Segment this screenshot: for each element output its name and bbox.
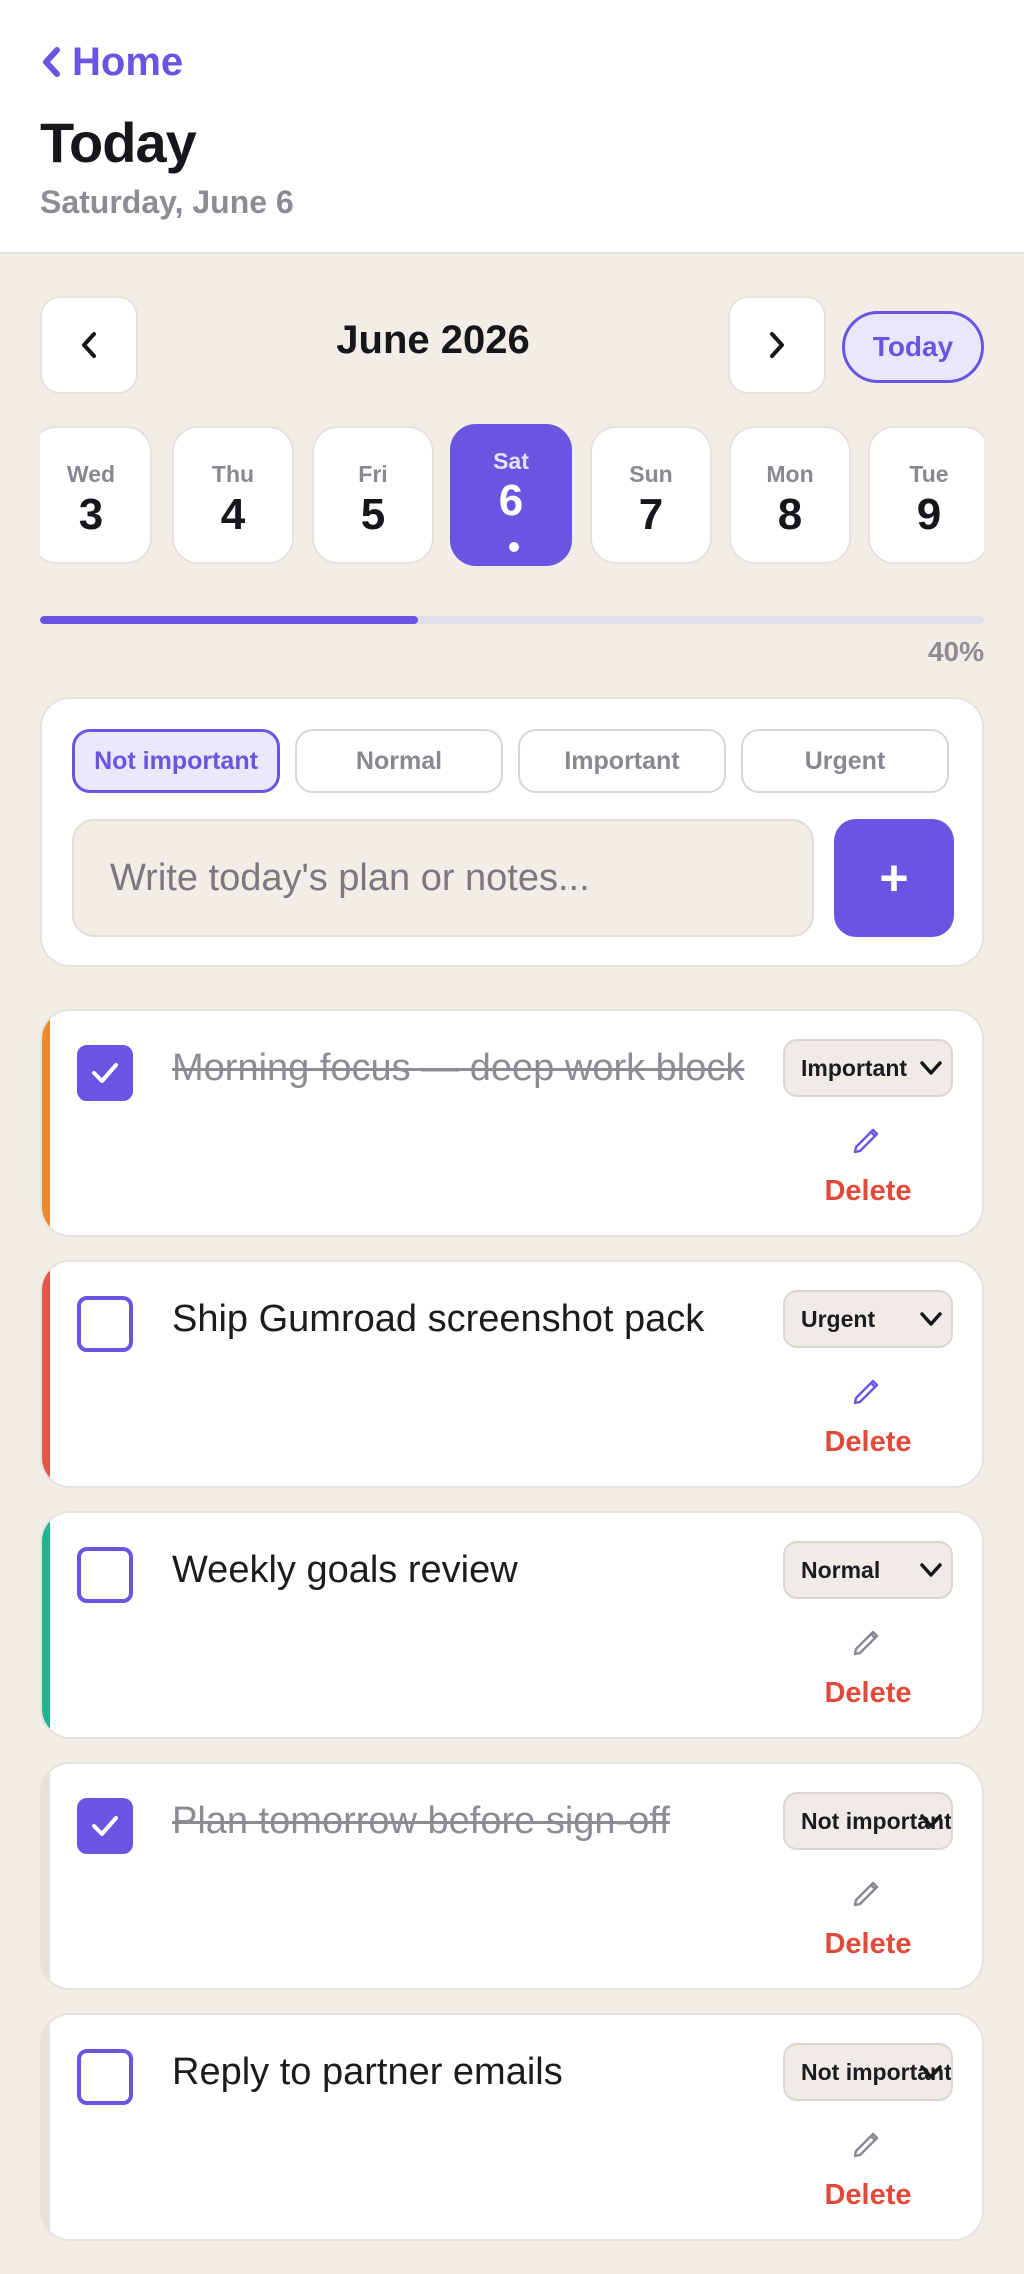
day-of-week: Fri [358, 461, 388, 487]
edit-task-button[interactable] [848, 2123, 888, 2163]
day-number: 3 [78, 490, 104, 539]
task-text[interactable]: Plan tomorrow before sign-off [172, 1800, 792, 1843]
day-number: 4 [220, 490, 246, 539]
task-text[interactable]: Reply to partner emails [172, 2051, 792, 2094]
chevron-left-icon [82, 332, 96, 358]
task-checkbox[interactable] [77, 1547, 133, 1603]
page-title: Today [40, 111, 197, 174]
task-checkbox-checked[interactable] [77, 1045, 133, 1101]
priority-pill-not-important[interactable]: Not important [72, 729, 280, 793]
day-number: 5 [360, 490, 386, 539]
pencil-icon [853, 1128, 879, 1154]
task-checkbox[interactable] [77, 1296, 133, 1352]
priority-accent-bar [42, 1262, 50, 1486]
month-label: June 2026 [336, 318, 530, 362]
chevron-down-icon [920, 1312, 942, 1326]
task-text[interactable]: Ship Gumroad screenshot pack [172, 1298, 792, 1341]
pencil-icon [853, 2132, 879, 2158]
priority-accent-bar [42, 1011, 50, 1235]
previous-week-button[interactable] [40, 296, 138, 394]
today-button[interactable]: Today [842, 311, 984, 383]
task-priority-select[interactable]: Not important [783, 1792, 953, 1850]
chevron-left-icon [43, 47, 60, 77]
day-thu-4[interactable]: Thu 4 [172, 426, 294, 564]
task-checkbox[interactable] [77, 2049, 133, 2105]
day-number: 7 [638, 490, 664, 539]
progress-bar [40, 616, 984, 624]
chevron-down-icon [920, 2065, 942, 2079]
chevron-right-icon [770, 332, 784, 358]
edit-task-button[interactable] [848, 1872, 888, 1912]
has-tasks-dot [509, 542, 519, 552]
task-priority-value: Normal [801, 1556, 881, 1583]
plan-notes-input[interactable] [72, 819, 814, 937]
delete-task-button[interactable]: Delete [812, 1677, 924, 1710]
delete-task-button[interactable]: Delete [812, 1175, 924, 1208]
delete-task-button[interactable]: Delete [812, 2179, 924, 2212]
day-of-week: Thu [211, 461, 255, 487]
progress-fill [40, 616, 418, 624]
back-home-label: Home [72, 39, 184, 84]
task-card: Morning focus — deep work block Importan… [40, 1009, 984, 1237]
task-text[interactable]: Weekly goals review [172, 1549, 792, 1592]
add-task-button[interactable]: + [834, 819, 954, 937]
task-priority-select[interactable]: Normal [783, 1541, 953, 1599]
day-of-week: Sat [493, 448, 529, 474]
day-wed-3[interactable]: Wed 3 [40, 426, 152, 564]
page-header: Home Today Saturday, June 6 [0, 0, 1024, 254]
day-of-week: Tue [909, 461, 949, 487]
checkmark-icon [92, 1816, 118, 1836]
chevron-down-icon [920, 1061, 942, 1075]
task-checkbox-checked[interactable] [77, 1798, 133, 1854]
day-sun-7[interactable]: Sun 7 [590, 426, 712, 564]
pencil-icon [853, 1379, 879, 1405]
priority-accent-bar [42, 1764, 50, 1988]
priority-pill-important[interactable]: Important [518, 729, 726, 793]
chevron-down-icon [920, 1563, 942, 1577]
day-number: 8 [777, 490, 803, 539]
edit-task-button[interactable] [848, 1370, 888, 1410]
task-card: Plan tomorrow before sign-off Not import… [40, 1762, 984, 1990]
checkmark-icon [92, 1063, 118, 1083]
day-of-week: Wed [66, 461, 116, 487]
task-text[interactable]: Morning focus — deep work block [172, 1047, 792, 1090]
delete-task-button[interactable]: Delete [812, 1928, 924, 1961]
task-card: Ship Gumroad screenshot pack Urgent Dele… [40, 1260, 984, 1488]
task-priority-value: Urgent [801, 1305, 876, 1332]
edit-task-button[interactable] [848, 1621, 888, 1661]
task-priority-value: Important [801, 1054, 908, 1081]
day-fri-5[interactable]: Fri 5 [312, 426, 434, 564]
edit-task-button[interactable] [848, 1119, 888, 1159]
day-mon-8[interactable]: Mon 8 [729, 426, 851, 564]
priority-pill-normal[interactable]: Normal [295, 729, 503, 793]
day-sat-6-selected[interactable]: Sat 6 [450, 424, 572, 566]
priority-accent-bar [42, 1513, 50, 1737]
day-of-week: Mon [766, 461, 814, 487]
pencil-icon [853, 1630, 879, 1656]
task-card: Weekly goals review Normal Delete [40, 1511, 984, 1739]
day-number: 9 [916, 490, 942, 539]
chevron-down-icon [920, 1814, 942, 1828]
day-of-week: Sun [629, 461, 673, 487]
page-subtitle: Saturday, June 6 [40, 184, 294, 220]
delete-task-button[interactable]: Delete [812, 1426, 924, 1459]
task-priority-select[interactable]: Urgent [783, 1290, 953, 1348]
progress-percent: 40% [927, 636, 984, 667]
back-home-link[interactable]: Home [40, 38, 183, 86]
task-priority-select[interactable]: Not important [783, 2043, 953, 2101]
day-strip: Wed 3 Thu 4 Fri 5 Sat 6 Sun 7 Mon 8 Tue … [40, 424, 984, 566]
task-composer: Not important Normal Important Urgent + [40, 697, 984, 967]
task-priority-select[interactable]: Important [783, 1039, 953, 1097]
priority-pill-urgent[interactable]: Urgent [741, 729, 949, 793]
day-number: 6 [498, 476, 524, 525]
next-week-button[interactable] [728, 296, 826, 394]
pencil-icon [853, 1881, 879, 1907]
priority-accent-bar [42, 2015, 50, 2239]
task-card: Reply to partner emails Not important De… [40, 2013, 984, 2241]
day-tue-9[interactable]: Tue 9 [868, 426, 984, 564]
